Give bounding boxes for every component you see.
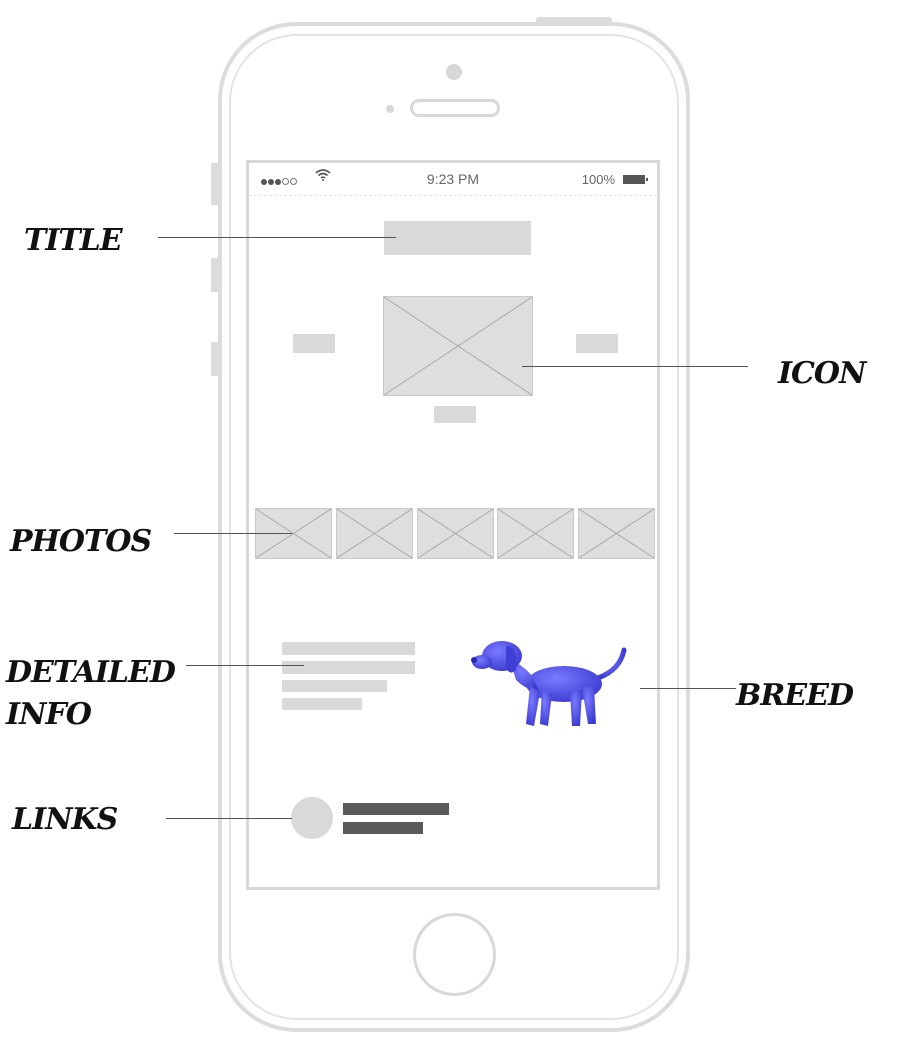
leader-line-title — [158, 237, 396, 238]
callout-photos: PHOTOS — [10, 524, 152, 559]
home-button — [413, 913, 496, 996]
callout-icon: ICON — [778, 356, 866, 391]
callout-detailed-info-line2: INFO — [6, 697, 92, 732]
link-text-bar[interactable] — [343, 803, 449, 815]
info-text-line — [282, 680, 387, 692]
battery-percent: 100% — [581, 172, 615, 187]
leader-line-breed — [640, 688, 736, 689]
callout-detailed-info-line1: DETAILED — [6, 655, 176, 690]
photo-thumbnail[interactable] — [578, 508, 655, 559]
icon-caption-placeholder — [434, 406, 476, 423]
info-text-line — [282, 642, 415, 655]
callout-title: TITLE — [24, 223, 123, 258]
earpiece-speaker — [410, 99, 500, 117]
dog-icon — [471, 641, 627, 726]
icon-image-placeholder — [383, 296, 533, 396]
callout-breed: BREED — [736, 678, 854, 713]
link-avatar-placeholder[interactable] — [291, 797, 333, 839]
leader-line-icon — [522, 366, 748, 367]
leader-line-photos — [174, 533, 292, 534]
icon-next-placeholder[interactable] — [576, 334, 618, 353]
leader-line-links — [166, 818, 292, 819]
link-text-bar[interactable] — [343, 822, 423, 834]
battery-icon — [623, 175, 648, 184]
photo-thumbnail[interactable] — [417, 508, 494, 559]
info-text-line — [282, 661, 415, 674]
proximity-sensor — [386, 105, 394, 113]
leader-line-detailed-info — [186, 665, 304, 666]
photo-thumbnail[interactable] — [336, 508, 413, 559]
icon-prev-placeholder[interactable] — [293, 334, 335, 353]
info-text-line — [282, 698, 362, 710]
title-placeholder — [384, 221, 531, 255]
front-camera — [446, 64, 462, 80]
status-bar: 9:23 PM 100% — [249, 163, 657, 196]
photo-thumbnail[interactable] — [497, 508, 574, 559]
callout-links: LINKS — [12, 802, 118, 837]
